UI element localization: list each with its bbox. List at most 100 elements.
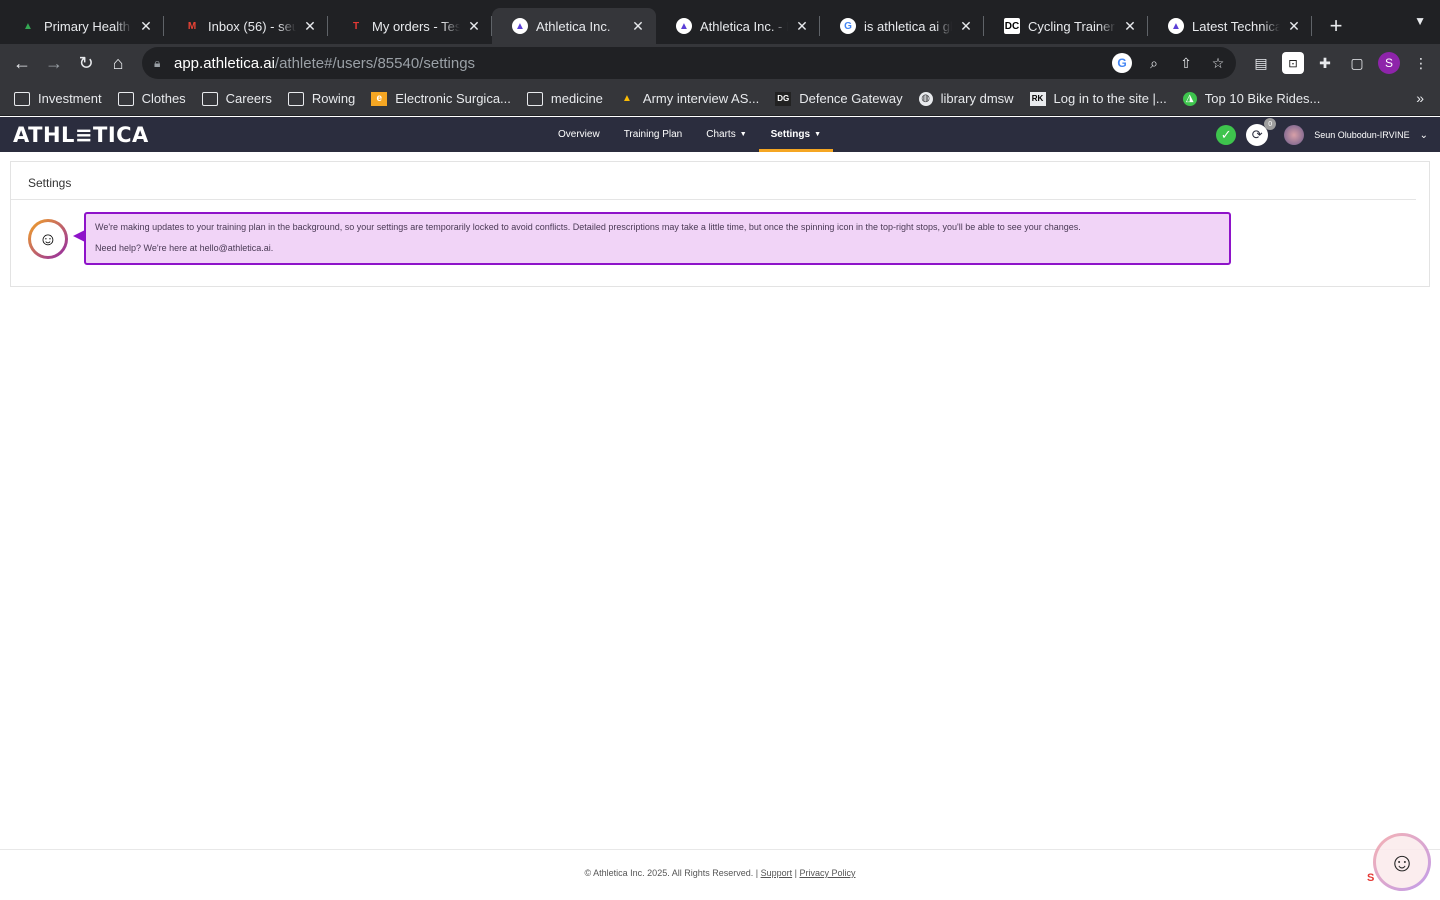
main-nav: Overview Training Plan Charts ▼ Settings ▼ <box>546 117 834 152</box>
bookmark-careers[interactable]: Careers <box>201 91 272 106</box>
sync-badge: 0 <box>1264 118 1277 130</box>
close-icon[interactable]: ✕ <box>794 18 810 34</box>
zoom-icon[interactable]: ⌕ <box>1144 53 1164 73</box>
lock-notice-bubble: We're making updates to your training pl… <box>73 212 1231 265</box>
browser-tab[interactable]: ▲ Primary Health Care ✕ <box>0 8 164 44</box>
bookmark-label: Army interview AS... <box>642 91 760 106</box>
athletica-logo[interactable]: ATHL≡TICA <box>13 123 149 147</box>
extension-lock-icon[interactable]: ⊡ <box>1282 52 1304 74</box>
nav-overview[interactable]: Overview <box>546 117 612 152</box>
bookmark-label: library dmsw <box>940 91 1014 106</box>
chat-launcher[interactable]: ☺ <box>1373 833 1431 891</box>
nav-label: Training Plan <box>623 129 683 140</box>
user-name[interactable]: Seun Olubodun-IRVINE <box>1314 130 1409 140</box>
chevron-down-icon[interactable]: ▼ <box>1414 14 1426 28</box>
folder-icon <box>14 91 30 106</box>
tab-title: Primary Health Care <box>44 18 132 34</box>
star-icon[interactable]: ☆ <box>1208 53 1228 73</box>
reading-list-icon[interactable]: ▤ <box>1250 52 1272 74</box>
forward-icon[interactable]: → <box>38 47 70 79</box>
reload-icon[interactable]: ↻ <box>70 47 102 79</box>
back-icon[interactable]: ← <box>6 47 38 79</box>
nav-label: Overview <box>558 129 600 140</box>
browser-tab-active[interactable]: ▲ Athletica Inc. ✕ <box>492 8 656 44</box>
close-icon[interactable]: ✕ <box>302 18 318 34</box>
coach-face-icon: ☺ <box>31 222 65 256</box>
bookmark-library-dmsw[interactable]: ◍ library dmsw <box>918 91 1014 106</box>
settings-card: Settings ☺ We're making updates to your … <box>10 161 1430 287</box>
bookmark-investment[interactable]: Investment <box>14 91 102 106</box>
browser-tab[interactable]: ▲ Latest Technical S ✕ <box>1148 8 1312 44</box>
close-icon[interactable]: ✕ <box>630 18 646 34</box>
bookmarks-bar: Investment Clothes Careers Rowing e Elect… <box>0 82 1440 116</box>
browser-tab[interactable]: DC Cycling Trainer Ap ✕ <box>984 8 1148 44</box>
share-icon[interactable]: ⇧ <box>1176 53 1196 73</box>
bookmark-defence-gateway[interactable]: DG Defence Gateway <box>775 91 903 106</box>
chevron-double-right-icon[interactable]: » <box>1416 90 1424 106</box>
privacy-policy-link[interactable]: Privacy Policy <box>799 868 855 878</box>
bookmark-rowing[interactable]: Rowing <box>287 91 355 106</box>
athletica-icon: ▲ <box>676 18 692 34</box>
copyright-text: © Athletica Inc. 2025. All Rights Reserv… <box>584 868 754 878</box>
help-text: Need help? We're here at hello@athletica… <box>95 243 274 253</box>
url-text[interactable]: app.athletica.ai/athlete#/users/85540/se… <box>174 55 475 72</box>
home-icon[interactable]: ⌂ <box>102 47 134 79</box>
chevron-down-icon[interactable]: ⌄ <box>1420 130 1428 141</box>
address-bar[interactable]: 🔒︎ app.athletica.ai/athlete#/users/85540… <box>142 47 1236 79</box>
sync-icon[interactable]: ⟳ 0 <box>1246 118 1277 146</box>
side-panel-icon[interactable]: ▢ <box>1346 52 1368 74</box>
nav-label: Settings <box>770 129 811 140</box>
browser-tab[interactable]: M Inbox (56) - seun ✕ <box>164 8 328 44</box>
tab-title: is athletica ai glitc <box>864 18 952 34</box>
google-icon: G <box>840 18 856 34</box>
new-tab-icon[interactable]: + <box>1318 8 1354 44</box>
bookmark-clothes[interactable]: Clothes <box>117 91 186 106</box>
google-drive-icon: ▲ <box>23 20 33 32</box>
kebab-menu-icon[interactable]: ⋮ <box>1410 52 1432 74</box>
close-icon[interactable]: ✕ <box>138 18 154 34</box>
coach-face-icon: ☺ <box>1376 836 1428 888</box>
folder-icon <box>201 91 218 106</box>
extensions-icon[interactable]: ✚ <box>1314 52 1336 74</box>
check-circle-icon[interactable]: ✓ <box>1216 125 1237 145</box>
nav-charts[interactable]: Charts ▼ <box>694 117 758 152</box>
tab-title: My orders - Tesco <box>372 18 460 34</box>
bookmark-bike-rides[interactable]: ◮ Top 10 Bike Rides... <box>1182 91 1321 106</box>
browser-tab[interactable]: G is athletica ai glitc ✕ <box>820 8 984 44</box>
close-icon[interactable]: ✕ <box>1122 18 1138 34</box>
close-icon[interactable]: ✕ <box>958 18 974 34</box>
bookmark-label: Defence Gateway <box>799 91 903 106</box>
nav-training-plan[interactable]: Training Plan <box>612 117 695 152</box>
close-icon[interactable]: ✕ <box>466 18 482 34</box>
bookmark-label: Careers <box>225 91 272 106</box>
bookmark-label: Top 10 Bike Rides... <box>1204 91 1321 106</box>
support-link[interactable]: Support <box>761 868 793 878</box>
bookmark-army-interview[interactable]: ▲ Army interview AS... <box>619 91 759 106</box>
bookmark-electronic-surgical[interactable]: e Electronic Surgica... <box>371 91 511 106</box>
url-path: /athlete#/users/85540/settings <box>274 54 476 72</box>
profile-avatar[interactable]: S <box>1378 52 1400 74</box>
caret-down-icon: ▼ <box>814 131 822 138</box>
bookmark-log-in[interactable]: RK Log in to the site |... <box>1029 91 1167 106</box>
browser-tab[interactable]: T My orders - Tesco ✕ <box>328 8 492 44</box>
divider <box>11 199 1416 200</box>
folder-icon <box>117 91 134 106</box>
bookmark-label: Electronic Surgica... <box>395 91 511 106</box>
tab-title: Athletica Inc. - Re <box>700 18 788 34</box>
lock-notice-text: We're making updates to your training pl… <box>95 222 1081 232</box>
nav-settings[interactable]: Settings ▼ <box>758 117 834 152</box>
google-lens-icon[interactable]: G <box>1112 53 1132 73</box>
bookmark-medicine[interactable]: medicine <box>526 91 603 106</box>
lock-icon[interactable]: 🔒︎ <box>154 56 174 71</box>
folder-icon <box>526 91 543 106</box>
user-avatar[interactable] <box>1284 125 1305 145</box>
url-host: app.athletica.ai <box>174 54 275 72</box>
coach-avatar: ☺ <box>28 219 68 259</box>
globe-icon: ◍ <box>918 91 933 106</box>
browser-tab[interactable]: ▲ Athletica Inc. - Re ✕ <box>656 8 820 44</box>
dg-icon: DG <box>775 91 792 106</box>
close-icon[interactable]: ✕ <box>1286 18 1302 34</box>
bike-icon: ◮ <box>1182 91 1197 106</box>
athletica-icon: ▲ <box>512 18 528 34</box>
e-icon: e <box>371 91 388 106</box>
